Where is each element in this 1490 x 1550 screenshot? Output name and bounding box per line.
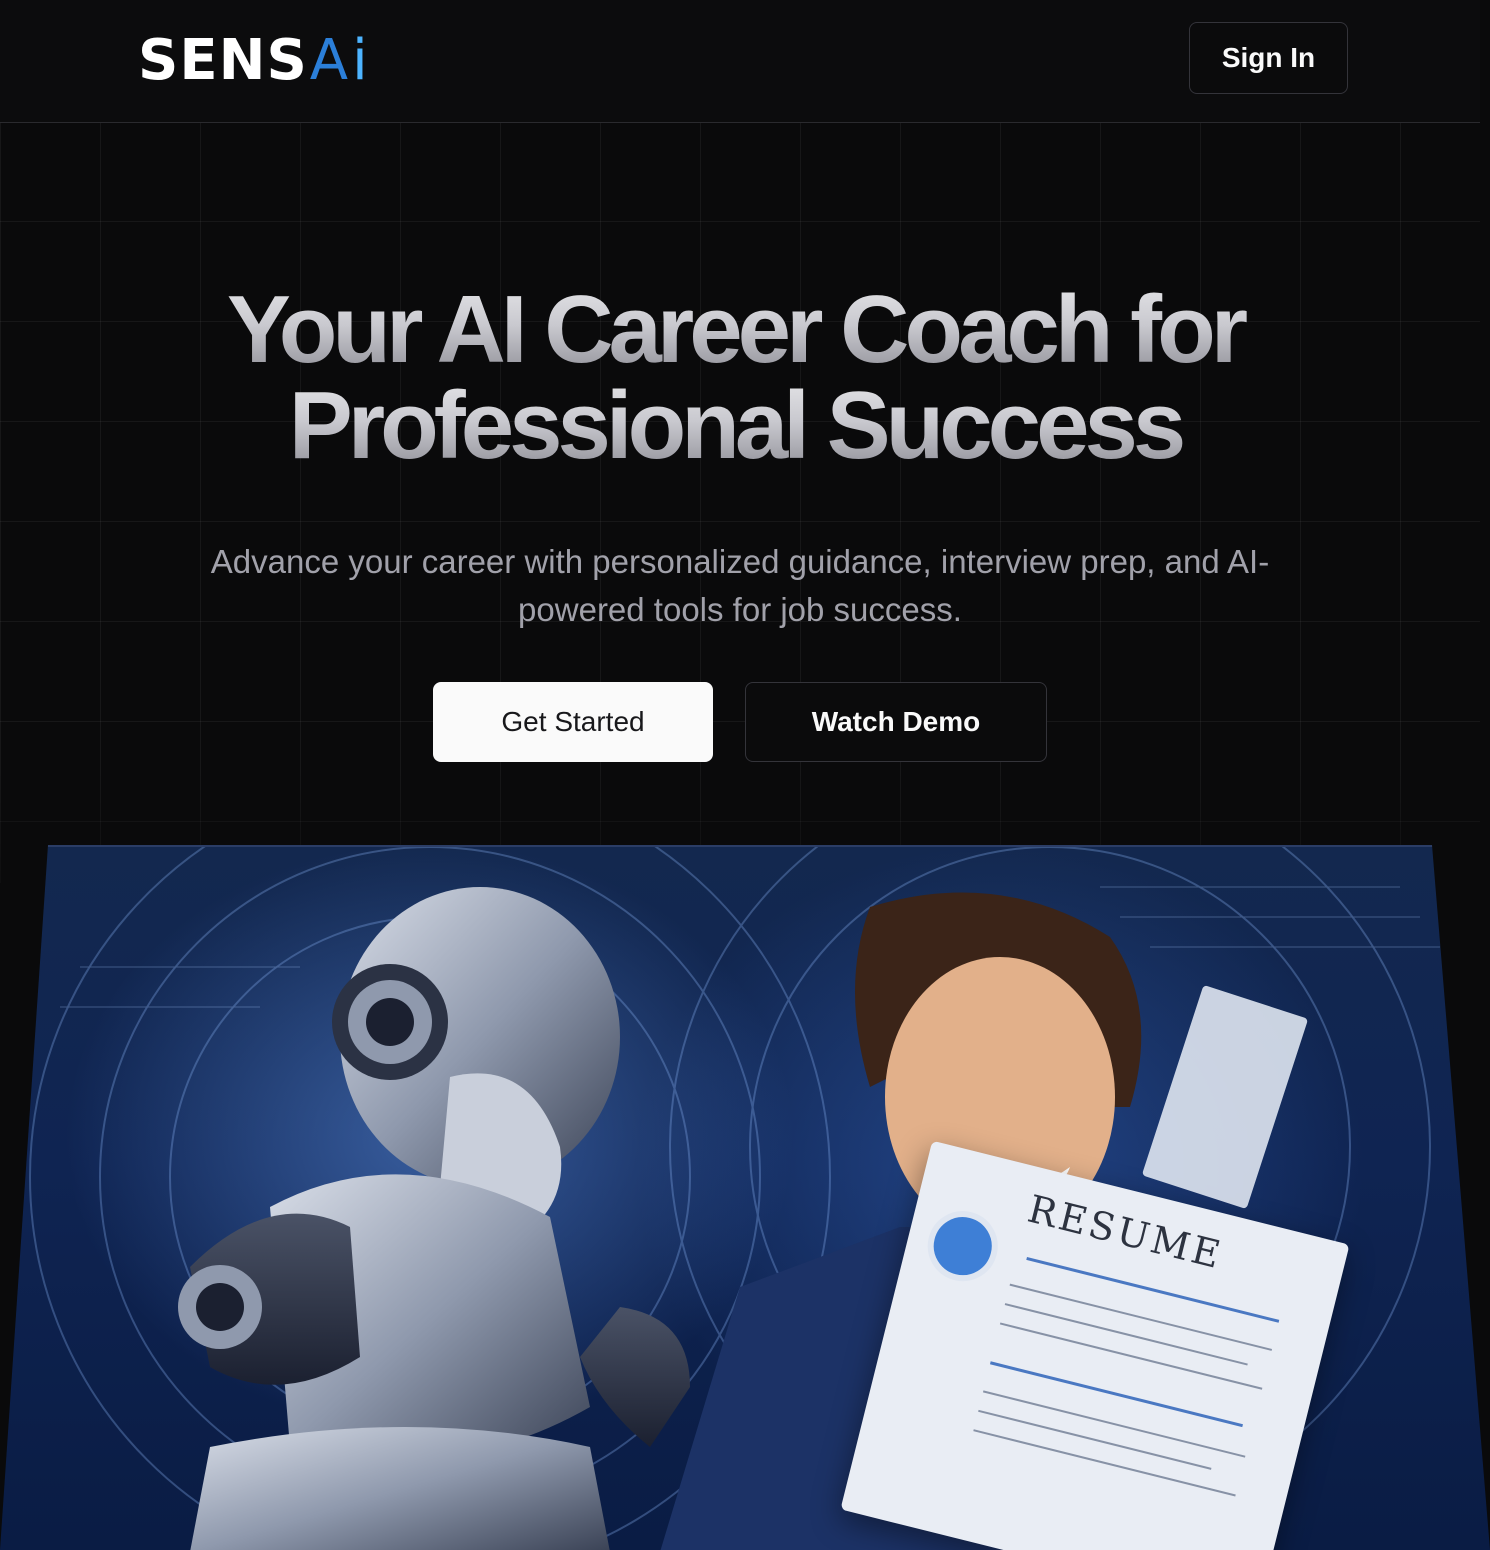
hero-illustration: RESUME <box>0 845 1490 1550</box>
resume-line <box>989 1361 1243 1428</box>
resume-line <box>982 1390 1246 1458</box>
sign-in-button[interactable]: Sign In <box>1189 22 1348 94</box>
get-started-button[interactable]: Get Started <box>433 682 713 762</box>
resume-line <box>999 1322 1263 1390</box>
hero-subtitle: Advance your career with personalized gu… <box>210 543 1270 628</box>
logo-text-suffix: Ai <box>310 33 368 89</box>
hero-title-line-2: Professional Success <box>0 378 1470 474</box>
watch-demo-button[interactable]: Watch Demo <box>745 682 1047 762</box>
logo-letter-i: i <box>352 28 368 93</box>
resume-line <box>1026 1256 1280 1323</box>
resume-line <box>1009 1283 1273 1351</box>
brand-logo[interactable]: SENS Ai <box>138 26 368 96</box>
grid-background <box>0 123 1480 883</box>
landing-page: SENS Ai Sign In Your AI Career Coach for… <box>0 0 1490 1550</box>
logo-letter-a: A <box>309 28 349 93</box>
logo-text-prefix: SENS <box>138 28 308 93</box>
ai-badge-icon <box>920 1203 1006 1289</box>
top-navbar: SENS Ai Sign In <box>0 0 1480 123</box>
hero-image-panel: RESUME <box>0 845 1490 1550</box>
resume-line <box>973 1429 1236 1497</box>
hero-title: Your AI Career Coach for Professional Su… <box>0 282 1470 474</box>
hero-title-line-1: Your AI Career Coach for <box>0 282 1470 378</box>
